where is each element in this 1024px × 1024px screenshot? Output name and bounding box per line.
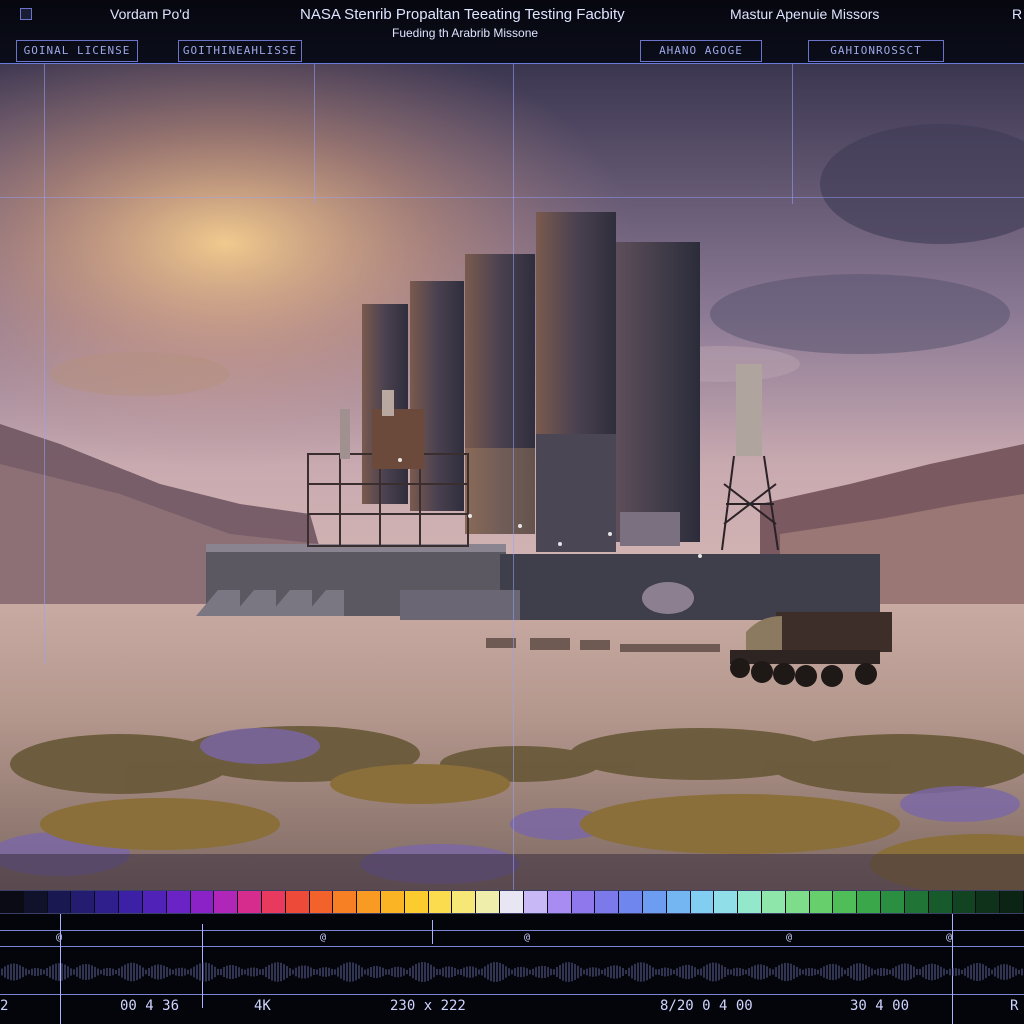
timeline-ruler-2 bbox=[0, 946, 1024, 947]
timeline-ruler-3 bbox=[0, 994, 1024, 995]
spectrum-swatch[interactable] bbox=[500, 891, 524, 913]
spectrum-swatch[interactable] bbox=[833, 891, 858, 913]
spectrum-swatch[interactable] bbox=[0, 891, 24, 913]
spectrum-swatch[interactable] bbox=[166, 891, 191, 913]
readout-resolution-label: 4K bbox=[254, 998, 271, 1014]
marker-icon[interactable]: @ bbox=[524, 932, 530, 943]
spectrum-swatch[interactable] bbox=[309, 891, 334, 913]
spectrum-swatch[interactable] bbox=[404, 891, 429, 913]
readout-right: R bbox=[1010, 998, 1019, 1014]
spectrum-swatch[interactable] bbox=[881, 891, 905, 913]
spectrum-swatch[interactable] bbox=[357, 891, 381, 913]
spectrum-swatch[interactable] bbox=[595, 891, 620, 913]
far-right-label: R bbox=[1012, 6, 1023, 22]
color-spectrum-bar[interactable] bbox=[0, 890, 1024, 914]
spectrum-swatch[interactable] bbox=[452, 891, 477, 913]
spectrum-swatch[interactable] bbox=[47, 891, 72, 913]
page-title: NASA Stenrib Propaltan Teeating Testing … bbox=[300, 6, 625, 23]
spectrum-swatch[interactable] bbox=[142, 891, 167, 913]
readout-frame: 2 bbox=[0, 998, 9, 1014]
spectrum-swatch[interactable] bbox=[333, 891, 358, 913]
license-tab-2[interactable]: GOITHINEAHLISSE bbox=[178, 40, 302, 62]
spectrum-swatch[interactable] bbox=[857, 891, 882, 913]
license-tab-1[interactable]: GOINAL LICENSE bbox=[16, 40, 138, 62]
spectrum-swatch[interactable] bbox=[976, 891, 1001, 913]
spectrum-swatch[interactable] bbox=[809, 891, 834, 913]
scene-illustration bbox=[0, 64, 1024, 890]
spectrum-swatch[interactable] bbox=[547, 891, 572, 913]
guide-line-2 bbox=[314, 64, 315, 204]
spectrum-swatch[interactable] bbox=[381, 891, 405, 913]
readout-duration: 8/20 0 4 00 bbox=[660, 998, 753, 1014]
spectrum-swatch[interactable] bbox=[523, 891, 548, 913]
spectrum-swatch[interactable] bbox=[1000, 891, 1024, 913]
spectrum-swatch[interactable] bbox=[214, 891, 239, 913]
guide-line-center bbox=[513, 64, 514, 890]
spectrum-swatch[interactable] bbox=[619, 891, 643, 913]
spectrum-swatch[interactable] bbox=[119, 891, 143, 913]
spectrum-swatch[interactable] bbox=[23, 891, 48, 913]
spectrum-swatch[interactable] bbox=[952, 891, 977, 913]
audio-waveform bbox=[1, 962, 1023, 982]
spectrum-swatch[interactable] bbox=[238, 891, 262, 913]
spectrum-swatch[interactable] bbox=[714, 891, 739, 913]
guide-line-left bbox=[44, 64, 45, 664]
readout-end-time: 30 4 00 bbox=[850, 998, 910, 1014]
spectrum-swatch[interactable] bbox=[738, 891, 762, 913]
spectrum-swatch[interactable] bbox=[690, 891, 715, 913]
spectrum-swatch[interactable] bbox=[666, 891, 691, 913]
marker-icon[interactable]: @ bbox=[320, 932, 326, 943]
spectrum-swatch[interactable] bbox=[642, 891, 667, 913]
right-title: Mastur Apenuie Missors bbox=[730, 6, 880, 22]
spectrum-swatch[interactable] bbox=[476, 891, 501, 913]
timeline-ruler bbox=[0, 930, 1024, 931]
license-tab-4[interactable]: GAHIONROSSCT bbox=[808, 40, 944, 62]
guide-line-3 bbox=[792, 64, 793, 204]
spectrum-swatch[interactable] bbox=[928, 891, 953, 913]
spectrum-swatch[interactable] bbox=[285, 891, 310, 913]
window-menu-icon[interactable] bbox=[20, 8, 32, 20]
marker-icon[interactable]: @ bbox=[786, 932, 792, 943]
readout-dimensions: 230 x 222 bbox=[390, 998, 466, 1014]
license-tab-3[interactable]: AHANO AGOGE bbox=[640, 40, 762, 62]
spectrum-swatch[interactable] bbox=[190, 891, 215, 913]
spectrum-swatch[interactable] bbox=[762, 891, 786, 913]
spectrum-swatch[interactable] bbox=[261, 891, 286, 913]
spectrum-swatch[interactable] bbox=[71, 891, 96, 913]
guide-line-horizontal bbox=[0, 197, 1024, 198]
spectrum-swatch[interactable] bbox=[785, 891, 810, 913]
readout-timecode: 00 4 36 bbox=[120, 998, 180, 1014]
top-toolbar: Vordam Po'd NASA Stenrib Propaltan Teeat… bbox=[0, 0, 1024, 64]
tick-mark bbox=[432, 920, 433, 944]
timeline-track[interactable]: @ @ @ @ @ 2 00 4 36 4K 230 x 222 8/20 0 … bbox=[0, 914, 1024, 1024]
left-title: Vordam Po'd bbox=[110, 6, 190, 22]
spectrum-swatch[interactable] bbox=[428, 891, 453, 913]
spectrum-swatch[interactable] bbox=[95, 891, 120, 913]
spectrum-swatch[interactable] bbox=[571, 891, 596, 913]
spectrum-swatch[interactable] bbox=[904, 891, 929, 913]
page-subtitle: Fueding th Arabrib Missone bbox=[392, 26, 539, 40]
facility-scene bbox=[0, 64, 1024, 890]
